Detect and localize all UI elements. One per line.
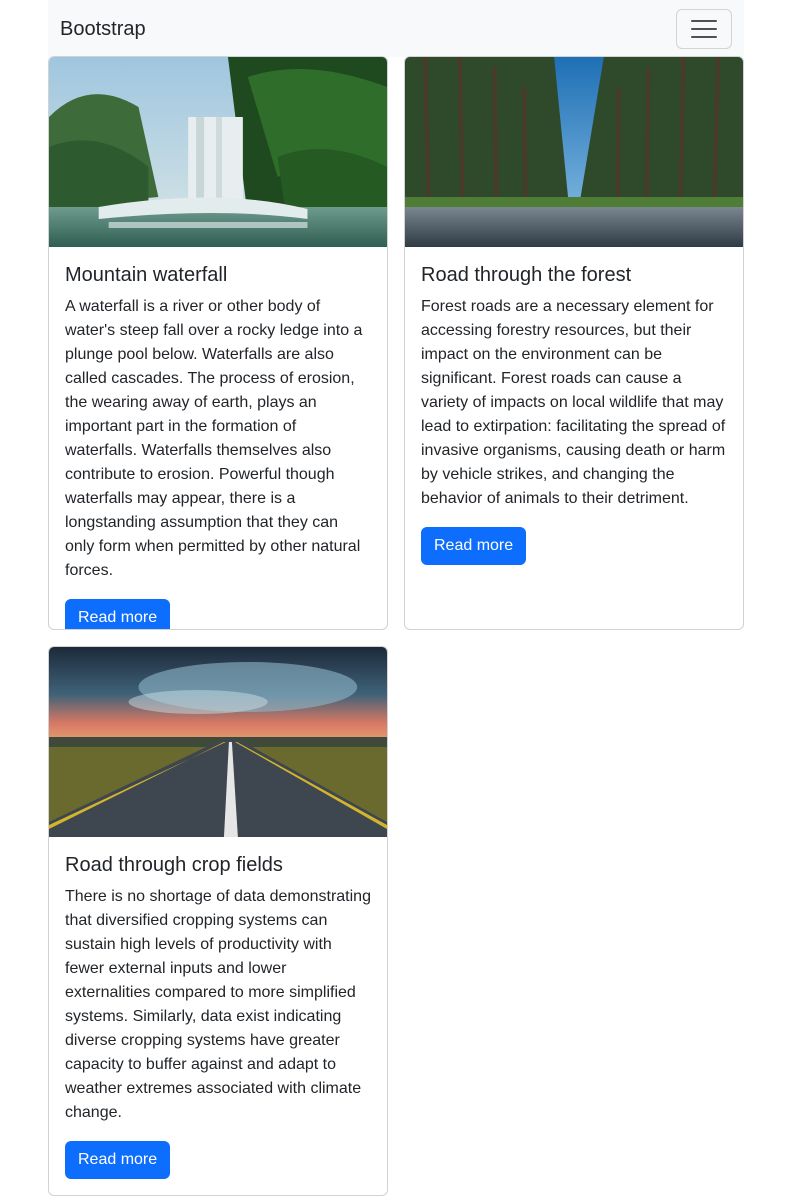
card-text: A waterfall is a river or other body of … <box>65 298 363 579</box>
card-title: Road through the forest <box>421 264 632 286</box>
hamburger-menu-icon <box>691 27 717 30</box>
card-mountain-waterfall: Mountain waterfall A waterfall is a rive… <box>48 56 388 630</box>
hamburger-menu-icon <box>691 35 717 38</box>
card-road-through-forest: Road through the forest Forest roads are… <box>404 56 744 630</box>
page-container: Bootstrap <box>48 0 744 57</box>
read-more-button[interactable]: Read more <box>65 1141 171 1179</box>
card-text: There is no shortage of data demonstrati… <box>65 888 371 1121</box>
crop-field-road-image <box>49 647 387 837</box>
navbar-toggler-button[interactable] <box>676 8 732 49</box>
read-more-button[interactable]: Read more <box>65 599 171 629</box>
card-text: Forest roads are a necessary element for… <box>421 298 726 507</box>
forest-road-image <box>405 57 743 247</box>
card-body: Road through crop fields There is no sho… <box>49 837 387 1195</box>
read-more-button[interactable]: Read more <box>421 527 527 565</box>
card-title: Mountain waterfall <box>65 264 228 286</box>
navbar: Bootstrap <box>48 0 744 57</box>
card-title: Road through crop fields <box>65 854 283 876</box>
card-body: Road through the forest Forest roads are… <box>405 247 743 581</box>
hamburger-menu-icon <box>691 19 717 22</box>
waterfall-image <box>49 57 387 247</box>
navbar-brand[interactable]: Bootstrap <box>60 19 146 39</box>
card-road-through-crop-fields: Road through crop fields There is no sho… <box>48 646 388 1196</box>
card-body: Mountain waterfall A waterfall is a rive… <box>49 247 387 629</box>
